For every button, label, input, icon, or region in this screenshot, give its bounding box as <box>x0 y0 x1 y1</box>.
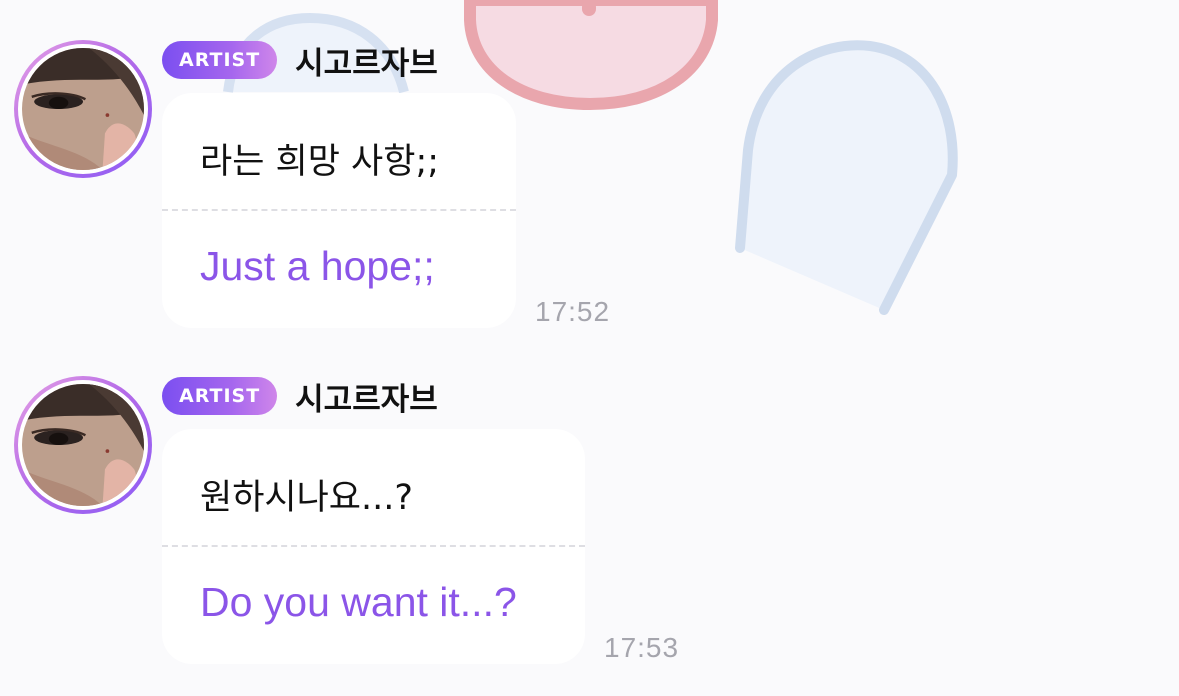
artist-badge: ARTIST <box>162 377 278 415</box>
artist-photo <box>22 48 144 170</box>
avatar[interactable] <box>14 376 152 514</box>
sender-row: ARTIST 시고르자브 <box>162 38 438 83</box>
translation-divider <box>162 209 516 211</box>
blue-arch-right <box>740 45 953 310</box>
artist-badge: ARTIST <box>162 41 278 79</box>
message-text: 원하시나요...? <box>200 478 413 518</box>
sender-name[interactable]: 시고르자브 <box>295 38 438 83</box>
message-time: 17:53 <box>604 632 680 663</box>
avatar[interactable] <box>14 40 152 178</box>
sender-name[interactable]: 시고르자브 <box>295 374 438 419</box>
message-bubble[interactable]: 라는 희망 사항;; Just a hope;; <box>162 93 516 328</box>
translation-divider <box>162 545 585 547</box>
sender-row: ARTIST 시고르자브 <box>162 374 438 419</box>
message-time: 17:52 <box>535 296 611 327</box>
pink-shape <box>464 0 718 111</box>
pink-shape-mark <box>582 0 596 16</box>
message-text: 라는 희망 사항;; <box>200 142 440 182</box>
message-bubble[interactable]: 원하시나요...? Do you want it...? <box>162 429 585 664</box>
translation-text: Just a hope;; <box>200 243 435 289</box>
translation-text: Do you want it...? <box>200 579 517 625</box>
artist-photo <box>22 384 144 506</box>
